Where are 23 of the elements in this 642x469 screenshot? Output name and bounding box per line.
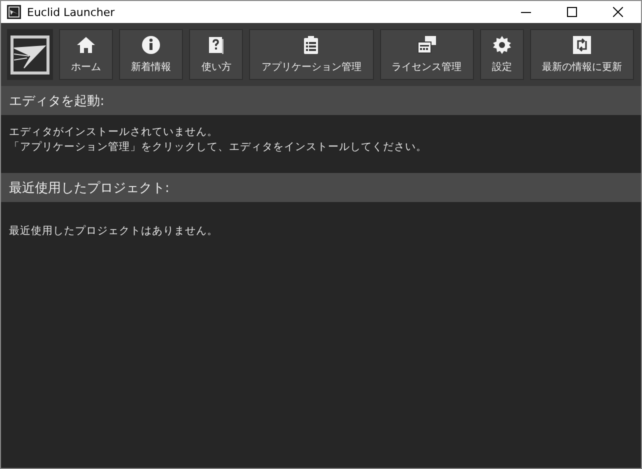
app-icon <box>7 5 21 19</box>
help-book-icon <box>206 35 226 55</box>
gear-icon <box>492 35 512 55</box>
toolbar-button[interactable]: アプリケーション管理 <box>249 29 374 80</box>
section-header: 最近使用したプロジェクト: <box>1 173 641 202</box>
close-icon <box>613 7 623 17</box>
message-text: 「アプリケーション管理」をクリックして、エディタをインストールしてください。 <box>9 140 428 155</box>
toolbar-button[interactable]: 新着情報 <box>119 29 184 80</box>
toolbar-button[interactable]: ライセンス管理 <box>380 29 474 80</box>
toolbar-button[interactable]: 使い方 <box>189 29 244 80</box>
toolbar-button[interactable]: ホーム <box>59 29 114 80</box>
info-icon <box>141 35 162 55</box>
home-icon <box>76 35 96 55</box>
message-text: 最近使用したプロジェクトはありません。 <box>9 224 219 239</box>
window-title: Euclid Launcher <box>27 6 116 18</box>
message-text: エディタがインストールされていません。 <box>9 125 219 140</box>
refresh-icon <box>572 35 592 55</box>
maximize-icon <box>567 7 577 17</box>
cards-icon <box>416 35 437 55</box>
toolbar-button[interactable]: 設定 <box>480 29 524 80</box>
toolbar-button[interactable]: 最新の情報に更新 <box>530 29 634 80</box>
section-header: エディタを起動: <box>1 86 641 115</box>
app-logo <box>7 29 53 80</box>
